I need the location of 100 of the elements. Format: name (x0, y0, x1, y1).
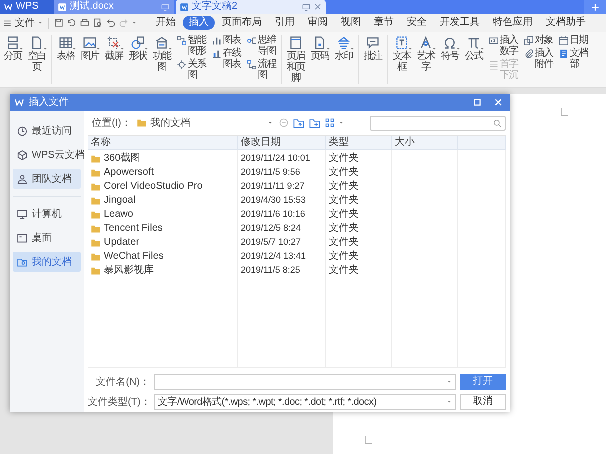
ribbon-tab[interactable]: 文档助手 (540, 16, 592, 30)
ribbon-button[interactable]: 流程图 (247, 59, 278, 81)
ribbon-button[interactable]: 智能图形 (177, 35, 208, 57)
ribbon-button[interactable]: 文本框 (391, 35, 413, 73)
file-name-field[interactable] (154, 374, 456, 390)
table-cell-text: 2019/11/24 10:01 (240, 152, 312, 165)
caret-icon (144, 47, 149, 51)
ribbon-button[interactable]: 表格 (55, 35, 77, 62)
window-tab[interactable]: 文字文稿2 (176, 0, 326, 14)
paperclip-icon (524, 49, 534, 59)
ribbon-button[interactable]: 图片 (79, 35, 101, 62)
ribbon-button[interactable]: 批注 (362, 35, 384, 62)
ribbon-button[interactable]: 日期 (559, 35, 590, 46)
column-header[interactable]: 修改日期 (238, 136, 326, 150)
ribbon-button[interactable]: 对象 (524, 35, 555, 46)
ribbon-tab[interactable]: 引用 (269, 16, 301, 30)
table-cell-text: 2019/11/5 9:56 (240, 166, 302, 179)
shapes-icon (131, 36, 145, 50)
ribbon-button[interactable]: 空白页 (26, 35, 48, 73)
sidebar-item[interactable]: 桌面 (13, 228, 81, 248)
ribbon-tab[interactable]: 页面布局 (216, 16, 268, 30)
file-name[interactable]: Corel VideoStudio Pro (104, 179, 203, 194)
ribbon-button[interactable]: 公式 (463, 35, 485, 62)
ribbon-button[interactable]: 在线图表 (212, 48, 243, 70)
ribbon-button[interactable]: 截屏 (103, 35, 125, 62)
table-cell-text: 文件夹 (328, 222, 360, 236)
sidebar-item[interactable]: 团队文档 (13, 169, 81, 189)
plus-icon (590, 2, 600, 12)
maximize-icon[interactable] (473, 98, 482, 107)
ribbon-tab[interactable]: 开始 (150, 16, 182, 30)
new-tab-button[interactable] (584, 0, 606, 14)
file-name[interactable]: Leawo (104, 207, 134, 222)
ribbon-tab[interactable]: 视图 (335, 16, 367, 30)
folder-icon (137, 118, 148, 128)
file-name[interactable]: Jingoal (104, 193, 136, 208)
ribbon-button[interactable]: 图表 (212, 35, 243, 46)
ribbon-button[interactable]: 分页 (2, 35, 24, 62)
file-menu[interactable]: 文件 (15, 16, 35, 30)
ribbon-button[interactable]: 功能图 (151, 35, 173, 73)
undo-history-icon[interactable] (67, 18, 77, 28)
table-cell-text: 文件夹 (328, 194, 360, 208)
print-icon[interactable] (80, 18, 90, 28)
undo-icon[interactable] (106, 18, 116, 28)
table-cell-text: 2019/11/11 9:27 (240, 180, 306, 193)
sidebar-item[interactable]: 最近访问 (13, 121, 81, 141)
file-name[interactable]: 暴风影视库 (104, 263, 154, 278)
print-preview-icon[interactable] (93, 18, 103, 28)
desktop-icon (17, 232, 28, 244)
ribbon-button[interactable]: 符号 (439, 35, 461, 62)
ribbon-tab[interactable]: 审阅 (302, 16, 334, 30)
menu-icon[interactable] (3, 18, 12, 28)
new-folder-icon[interactable] (309, 118, 322, 128)
ribbon-tab[interactable]: 特色应用 (487, 16, 539, 30)
cancel-button[interactable]: 取消 (460, 394, 506, 410)
sidebar-item[interactable]: 计算机 (13, 204, 81, 224)
file-name[interactable]: 360截图 (104, 151, 141, 166)
column-header[interactable]: 大小 (392, 136, 458, 150)
sidebar-item[interactable]: 我的文档 (13, 252, 81, 272)
ribbon-tab[interactable]: 开发工具 (434, 16, 486, 30)
column-header[interactable]: 类型 (326, 136, 392, 150)
close-icon[interactable] (314, 3, 322, 11)
file-name[interactable]: Tencent Files (104, 221, 163, 236)
search-field[interactable] (370, 116, 506, 130)
flowchart-icon (247, 60, 257, 70)
folder-up-icon[interactable] (293, 118, 306, 128)
ribbon-button[interactable]: 水印 (333, 35, 355, 62)
caret-icon (120, 47, 125, 51)
dialog-title: 插入文件 (29, 96, 70, 110)
open-button[interactable]: 打开 (460, 374, 506, 390)
page-header-icon (289, 36, 303, 50)
caret-icon (38, 21, 43, 25)
save-icon[interactable] (54, 18, 64, 28)
ribbon-button[interactable]: 艺术字 (415, 35, 437, 73)
ribbon-tab[interactable]: 章节 (368, 16, 400, 30)
table-cell-text: 2019/11/5 8:25 (240, 264, 302, 277)
file-name[interactable]: Apowersoft (104, 165, 154, 180)
ribbon-button[interactable]: 思维导图 (247, 35, 278, 57)
ribbon-button[interactable]: 页眉和页脚 (285, 35, 307, 84)
team-icon (17, 174, 28, 184)
column-header[interactable]: 名称 (88, 136, 238, 150)
ribbon-button[interactable]: 插入数字 (489, 35, 520, 57)
caret-icon (456, 47, 461, 51)
ribbon-tab[interactable]: 安全 (401, 16, 433, 30)
table-cell-text: 文件夹 (328, 236, 360, 250)
ribbon-button[interactable]: 插入附件 (524, 48, 555, 70)
location-dropdown[interactable]: 我的文档 (135, 116, 276, 130)
document-icon (58, 2, 67, 12)
ribbon-button[interactable]: 形状 (127, 35, 149, 62)
ribbon-button[interactable]: 页码 (309, 35, 331, 62)
grid-view-icon[interactable] (325, 118, 336, 128)
window-tab[interactable]: WPS (0, 0, 54, 14)
file-name[interactable]: Updater (104, 235, 140, 250)
ribbon-button[interactable]: 关系图 (177, 59, 208, 81)
file-name[interactable]: WeChat Files (104, 249, 164, 264)
ribbon-tab[interactable]: 插入 (183, 16, 215, 30)
file-type-dropdown[interactable]: 文字/Word格式(*.wps; *.wpt; *.doc; *.dot; *.rtf; *.docx) (154, 394, 456, 410)
caret-icon (432, 47, 437, 51)
caret-icon (480, 47, 485, 51)
triangle-letter-icon (419, 36, 433, 50)
ribbon-button[interactable]: 文档部 (559, 48, 590, 70)
